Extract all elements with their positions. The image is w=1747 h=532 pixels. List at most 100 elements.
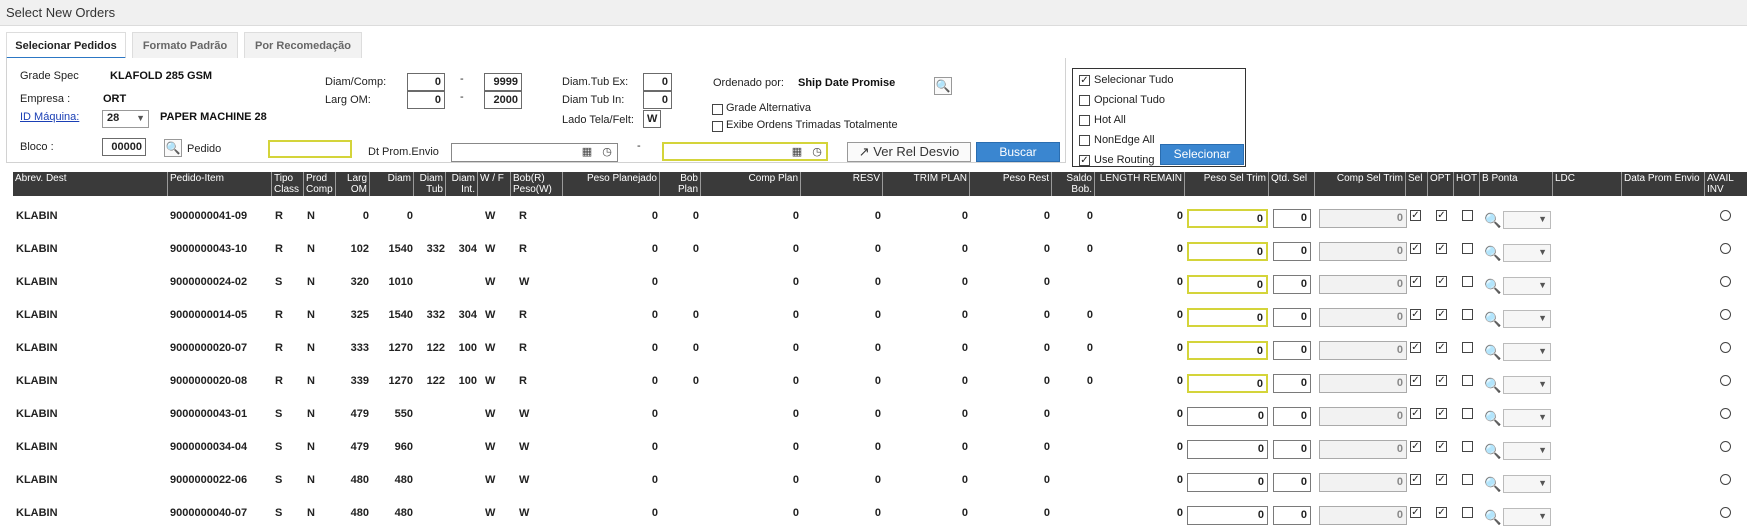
peso-sel-trim-input[interactable]: 0 [1187,209,1268,228]
peso-sel-trim-input[interactable]: 0 [1187,341,1268,360]
hot-checkbox[interactable] [1462,474,1473,485]
sel-checkbox[interactable]: ✓ [1410,276,1421,287]
peso-sel-trim-input[interactable]: 0 [1187,407,1268,426]
hot-checkbox[interactable] [1462,276,1473,287]
opt-checkbox[interactable]: ✓ [1436,210,1447,221]
avail-inv-radio[interactable] [1720,276,1731,287]
nonedge-all-checkbox[interactable] [1079,134,1090,146]
diam-comp-from-input[interactable]: 0 [407,73,445,91]
col-trim-plan[interactable]: TRIM PLAN [883,172,970,196]
ver-rel-desvio-button[interactable]: ↗ Ver Rel Desvio [847,142,971,162]
qtd-sel-input[interactable]: 0 [1273,242,1311,261]
qtd-sel-input[interactable]: 0 [1273,308,1311,327]
comp-sel-trim-input[interactable]: 0 [1319,209,1407,228]
col-peso-planejado[interactable]: Peso Planejado [563,172,660,196]
col-comp-sel-trim[interactable]: Comp Sel Trim [1315,172,1406,196]
sel-checkbox[interactable]: ✓ [1410,408,1421,419]
sel-checkbox[interactable]: ✓ [1410,474,1421,485]
sel-checkbox[interactable]: ✓ [1410,243,1421,254]
col-prod-comp[interactable]: Prod Comp [304,172,336,196]
hot-checkbox[interactable] [1462,375,1473,386]
opt-checkbox[interactable]: ✓ [1436,276,1447,287]
calendar-icon[interactable]: ▦ [580,145,594,159]
search-icon[interactable]: 🔍 [934,77,952,95]
option-hot-all[interactable]: Hot All [1079,114,1126,126]
col-resv[interactable]: RESV [801,172,883,196]
comp-sel-trim-input[interactable]: 0 [1319,506,1407,525]
tab-formato-padrao[interactable]: Formato Padrão [132,32,238,59]
hot-checkbox[interactable] [1462,441,1473,452]
search-icon[interactable]: 🔍 [1484,311,1501,328]
peso-sel-trim-input[interactable]: 0 [1187,473,1268,492]
b-ponta-select[interactable]: ▼ [1503,211,1551,229]
dt-to-input[interactable]: ▦ ◷ [662,142,828,161]
avail-inv-radio[interactable] [1720,342,1731,353]
search-icon[interactable]: 🔍 [1484,344,1501,361]
opt-checkbox[interactable]: ✓ [1436,342,1447,353]
avail-inv-radio[interactable] [1720,441,1731,452]
selecionar-button[interactable]: Selecionar [1160,144,1244,165]
opt-checkbox[interactable]: ✓ [1436,474,1447,485]
avail-inv-radio[interactable] [1720,243,1731,254]
bloco-input[interactable]: 00000 [102,138,146,156]
col-b-ponta[interactable]: B Ponta [1480,172,1553,196]
comp-sel-trim-input[interactable]: 0 [1319,473,1407,492]
qtd-sel-input[interactable]: 0 [1273,341,1311,360]
search-icon[interactable]: 🔍 [1484,443,1501,460]
hot-checkbox[interactable] [1462,309,1473,320]
col-sel[interactable]: Sel [1406,172,1428,196]
hot-checkbox[interactable] [1462,210,1473,221]
tab-por-recomedacao[interactable]: Por Recomedação [244,32,362,59]
search-icon[interactable]: 🔍 [1484,278,1501,295]
diam-comp-to-input[interactable]: 9999 [484,73,522,91]
col-opt[interactable]: OPT [1428,172,1454,196]
option-opcional-tudo[interactable]: Opcional Tudo [1079,94,1165,106]
lado-input[interactable]: W [643,110,661,128]
clock-icon[interactable]: ◷ [600,145,614,159]
diam-tub-in-input[interactable]: 0 [643,91,672,109]
dt-from-input[interactable]: ▦ ◷ [451,143,618,162]
search-icon[interactable]: 🔍 [1484,377,1501,394]
sel-checkbox[interactable]: ✓ [1410,441,1421,452]
tab-selecionar-pedidos[interactable]: Selecionar Pedidos [6,32,126,59]
qtd-sel-input[interactable]: 0 [1273,473,1311,492]
hot-all-checkbox[interactable] [1079,114,1090,126]
selecionar-tudo-checkbox[interactable]: ✓ [1079,74,1090,86]
comp-sel-trim-input[interactable]: 0 [1319,275,1407,294]
comp-sel-trim-input[interactable]: 0 [1319,341,1407,360]
calendar-icon[interactable]: ▦ [790,145,804,159]
buscar-button[interactable]: Buscar [976,142,1060,162]
sel-checkbox[interactable]: ✓ [1410,309,1421,320]
hot-checkbox[interactable] [1462,507,1473,518]
option-use-routing[interactable]: ✓ Use Routing [1079,154,1155,166]
col-larg-om[interactable]: Larg OM [336,172,370,196]
opt-checkbox[interactable]: ✓ [1436,507,1447,518]
hot-checkbox[interactable] [1462,342,1473,353]
use-routing-checkbox[interactable]: ✓ [1079,154,1090,166]
peso-sel-trim-input[interactable]: 0 [1187,308,1268,327]
search-icon[interactable]: 🔍 [1484,410,1501,427]
sel-checkbox[interactable]: ✓ [1410,342,1421,353]
peso-sel-trim-input[interactable]: 0 [1187,440,1268,459]
col-abrev-dest[interactable]: Abrev. Dest [13,172,168,196]
col-tipo-class[interactable]: Tipo Class [272,172,304,196]
opt-checkbox[interactable]: ✓ [1436,408,1447,419]
qtd-sel-input[interactable]: 0 [1273,374,1311,393]
sel-checkbox[interactable]: ✓ [1410,210,1421,221]
comp-sel-trim-input[interactable]: 0 [1319,308,1407,327]
search-icon[interactable]: 🔍 [1484,245,1501,262]
clock-icon[interactable]: ◷ [810,145,824,159]
qtd-sel-input[interactable]: 0 [1273,209,1311,228]
col-avail-inv[interactable]: AVAIL INV [1705,172,1747,196]
avail-inv-radio[interactable] [1720,474,1731,485]
col-diam[interactable]: Diam [370,172,414,196]
col-peso-rest[interactable]: Peso Rest [970,172,1052,196]
peso-sel-trim-input[interactable]: 0 [1187,242,1268,261]
hot-checkbox[interactable] [1462,243,1473,254]
qtd-sel-input[interactable]: 0 [1273,506,1311,525]
opt-checkbox[interactable]: ✓ [1436,309,1447,320]
avail-inv-radio[interactable] [1720,507,1731,518]
comp-sel-trim-input[interactable]: 0 [1319,242,1407,261]
qtd-sel-input[interactable]: 0 [1273,440,1311,459]
col-diam-tub[interactable]: Diam Tub [414,172,446,196]
